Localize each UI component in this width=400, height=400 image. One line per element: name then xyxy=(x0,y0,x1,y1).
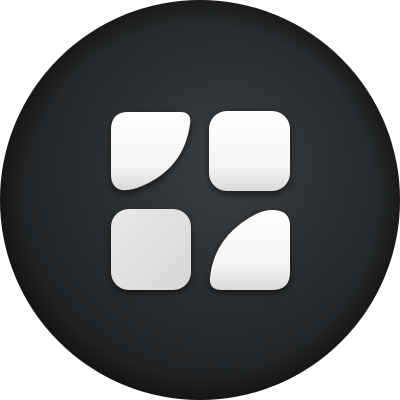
app-grid-icon[interactable] xyxy=(0,0,400,400)
rounded-square-tile-icon xyxy=(209,111,290,191)
app-icon-stage xyxy=(0,0,400,400)
rounded-square-tile-icon xyxy=(111,209,191,290)
icon-background-rim xyxy=(0,0,400,400)
